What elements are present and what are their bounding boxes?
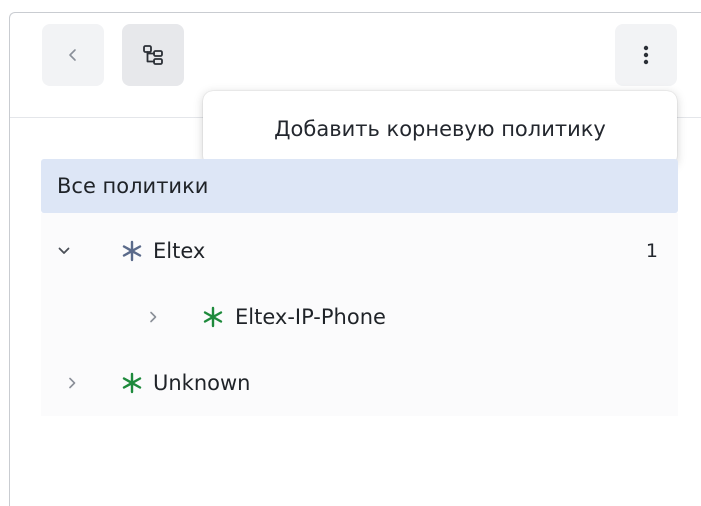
- asterisk-node-icon: [122, 372, 142, 394]
- chevron-right-icon[interactable]: [143, 307, 163, 327]
- chevron-left-icon: [69, 49, 76, 61]
- tree-structure-icon: [143, 45, 163, 65]
- tree-row-eltex[interactable]: Eltex 1: [41, 218, 678, 284]
- tree-node-label: Unknown: [153, 371, 251, 395]
- chevron-right-icon[interactable]: [62, 373, 82, 393]
- more-actions-button[interactable]: [615, 24, 677, 86]
- tree-view-button[interactable]: [122, 24, 184, 86]
- add-root-policy-tooltip[interactable]: Добавить корневую политику: [203, 91, 677, 166]
- policy-tree: Eltex 1 Eltex-IP-Phone Unknown: [41, 213, 678, 416]
- tree-node-label: Eltex: [153, 239, 206, 263]
- tree-node-count: 1: [645, 240, 658, 262]
- tree-node-label: Eltex-IP-Phone: [235, 305, 386, 329]
- asterisk-node-icon: [203, 306, 223, 328]
- tree-row-unknown[interactable]: Unknown: [41, 350, 678, 416]
- tree-row-eltex-ip-phone[interactable]: Eltex-IP-Phone: [41, 284, 678, 350]
- all-policies-item[interactable]: Все политики: [41, 159, 678, 213]
- asterisk-node-icon: [122, 240, 142, 262]
- all-policies-label: Все политики: [57, 174, 209, 198]
- chevron-down-icon[interactable]: [54, 241, 74, 261]
- vertical-dots-icon: [643, 45, 649, 65]
- back-button[interactable]: [42, 24, 104, 86]
- tooltip-text: Добавить корневую политику: [274, 116, 606, 141]
